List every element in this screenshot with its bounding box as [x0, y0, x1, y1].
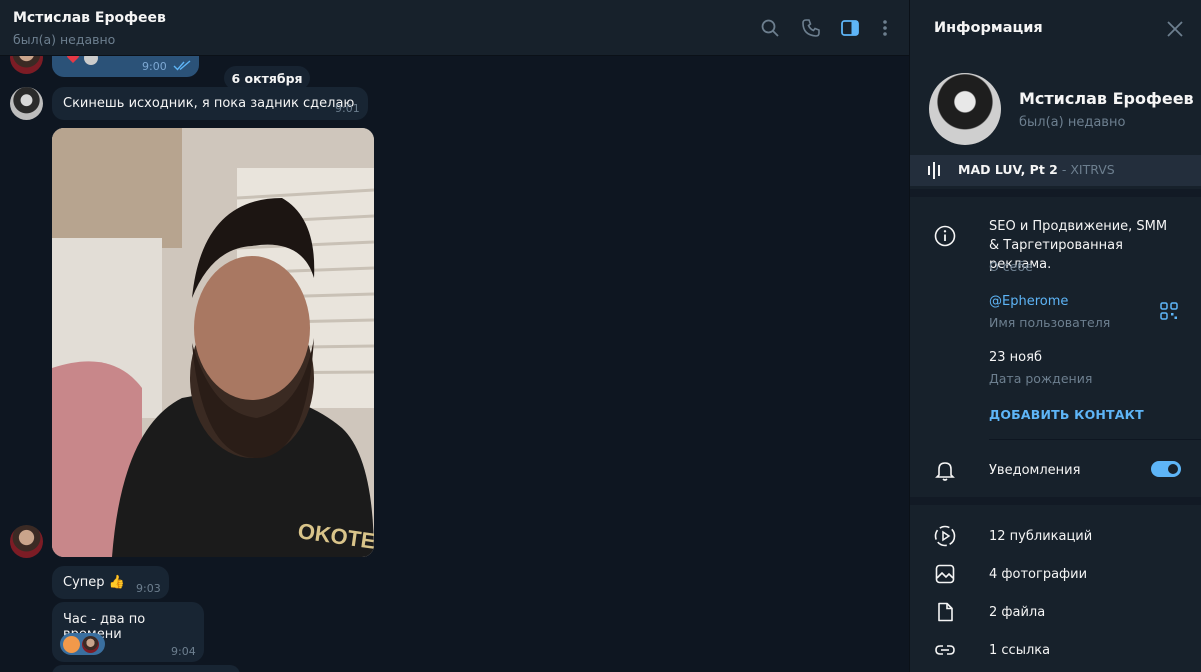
- more-icon: [883, 20, 887, 36]
- section-divider: [910, 189, 1201, 197]
- section-divider: [910, 497, 1201, 505]
- bio-label: О себе: [989, 259, 1033, 274]
- chat-status: был(а) недавно: [13, 32, 116, 47]
- message-time: 9:03: [136, 582, 161, 595]
- media-photos[interactable]: 4 фотографии: [910, 555, 1201, 593]
- profile-status: был(а) недавно: [1019, 115, 1126, 130]
- avatar[interactable]: [10, 87, 43, 120]
- toggle-knob: [1166, 462, 1180, 476]
- profile-name: Мстислав Ерофеев: [1019, 89, 1194, 108]
- media-links[interactable]: 1 ссылка: [910, 631, 1201, 669]
- media-label: 1 ссылка: [989, 643, 1051, 658]
- chat-header: Мстислав Ерофеев был(а) недавно: [0, 0, 909, 56]
- phone-icon: [802, 19, 820, 37]
- read-checkmarks-icon: [173, 60, 191, 71]
- audio-wave-icon: [927, 162, 943, 179]
- search-button[interactable]: [758, 16, 782, 40]
- reaction-avatar: [82, 635, 99, 653]
- bell-icon: [934, 459, 956, 481]
- birthday: 23 нояб: [989, 350, 1042, 365]
- fire-reaction-icon: [63, 635, 80, 653]
- chat-title[interactable]: Мстислав Ерофеев: [13, 10, 166, 26]
- profile-avatar[interactable]: [929, 73, 1001, 145]
- photo-message[interactable]: OKOTE: [52, 128, 374, 557]
- photo-image: OKOTE: [52, 128, 374, 557]
- media-publications[interactable]: 12 публикаций: [910, 517, 1201, 555]
- message-time: 9:00: [142, 60, 167, 73]
- birthday-label: Дата рождения: [989, 371, 1093, 386]
- incoming-message[interactable]: Скинешь исходник, я пока задник сделаю 9…: [52, 87, 368, 120]
- message-text: Скинешь исходник, я пока задник сделаю: [63, 96, 355, 111]
- file-icon: [934, 601, 956, 623]
- telegram-window: 9:00 6 октября Скинешь исходник, я пока …: [0, 0, 1201, 672]
- more-button[interactable]: [873, 16, 897, 40]
- music-artist: - XITRVS: [1057, 162, 1115, 177]
- close-icon: [1167, 21, 1183, 37]
- message-reaction[interactable]: [60, 633, 105, 655]
- media-label: 4 фотографии: [989, 567, 1088, 582]
- music-track: MAD LUV, Pt 2 - XITRVS: [958, 162, 1115, 177]
- qr-code-icon: [1160, 302, 1178, 320]
- music-title: MAD LUV, Pt 2: [958, 162, 1058, 177]
- media-label: 12 публикаций: [989, 529, 1093, 544]
- notifications-label: Уведомления: [989, 463, 1081, 478]
- close-button[interactable]: [1164, 18, 1186, 40]
- chat-panel: 9:00 6 октября Скинешь исходник, я пока …: [0, 0, 909, 672]
- info-icon: [934, 225, 956, 247]
- avatar[interactable]: [10, 525, 43, 558]
- qr-code-button[interactable]: [1160, 302, 1178, 320]
- message-text: Супер 👍: [63, 575, 125, 590]
- notifications-toggle[interactable]: [1151, 461, 1181, 477]
- media-label: 2 файла: [989, 605, 1046, 620]
- sidebar-toggle-icon: [841, 20, 859, 36]
- call-button[interactable]: [799, 16, 823, 40]
- divider: [989, 439, 1201, 440]
- stories-icon: [934, 525, 956, 547]
- incoming-message[interactable]: [52, 665, 240, 672]
- profile-music[interactable]: MAD LUV, Pt 2 - XITRVS: [910, 155, 1201, 186]
- photo-icon: [934, 563, 956, 585]
- sidebar-toggle-button[interactable]: [838, 16, 862, 40]
- username[interactable]: @Epherome: [989, 292, 1068, 311]
- media-files[interactable]: 2 файла: [910, 593, 1201, 631]
- info-title: Информация: [934, 20, 1043, 36]
- message-time: 9:01: [335, 102, 360, 115]
- add-contact-button[interactable]: ДОБАВИТЬ КОНТАКТ: [989, 407, 1144, 422]
- link-icon: [934, 639, 956, 661]
- incoming-message[interactable]: Супер 👍 9:03: [52, 566, 169, 599]
- search-icon: [761, 19, 779, 37]
- username-label: Имя пользователя: [989, 315, 1111, 330]
- info-panel: Информация Мстислав Ерофеев был(а) недав…: [909, 0, 1201, 672]
- message-time: 9:04: [171, 645, 196, 658]
- incoming-message[interactable]: Час - два по времени 9:04: [52, 602, 204, 662]
